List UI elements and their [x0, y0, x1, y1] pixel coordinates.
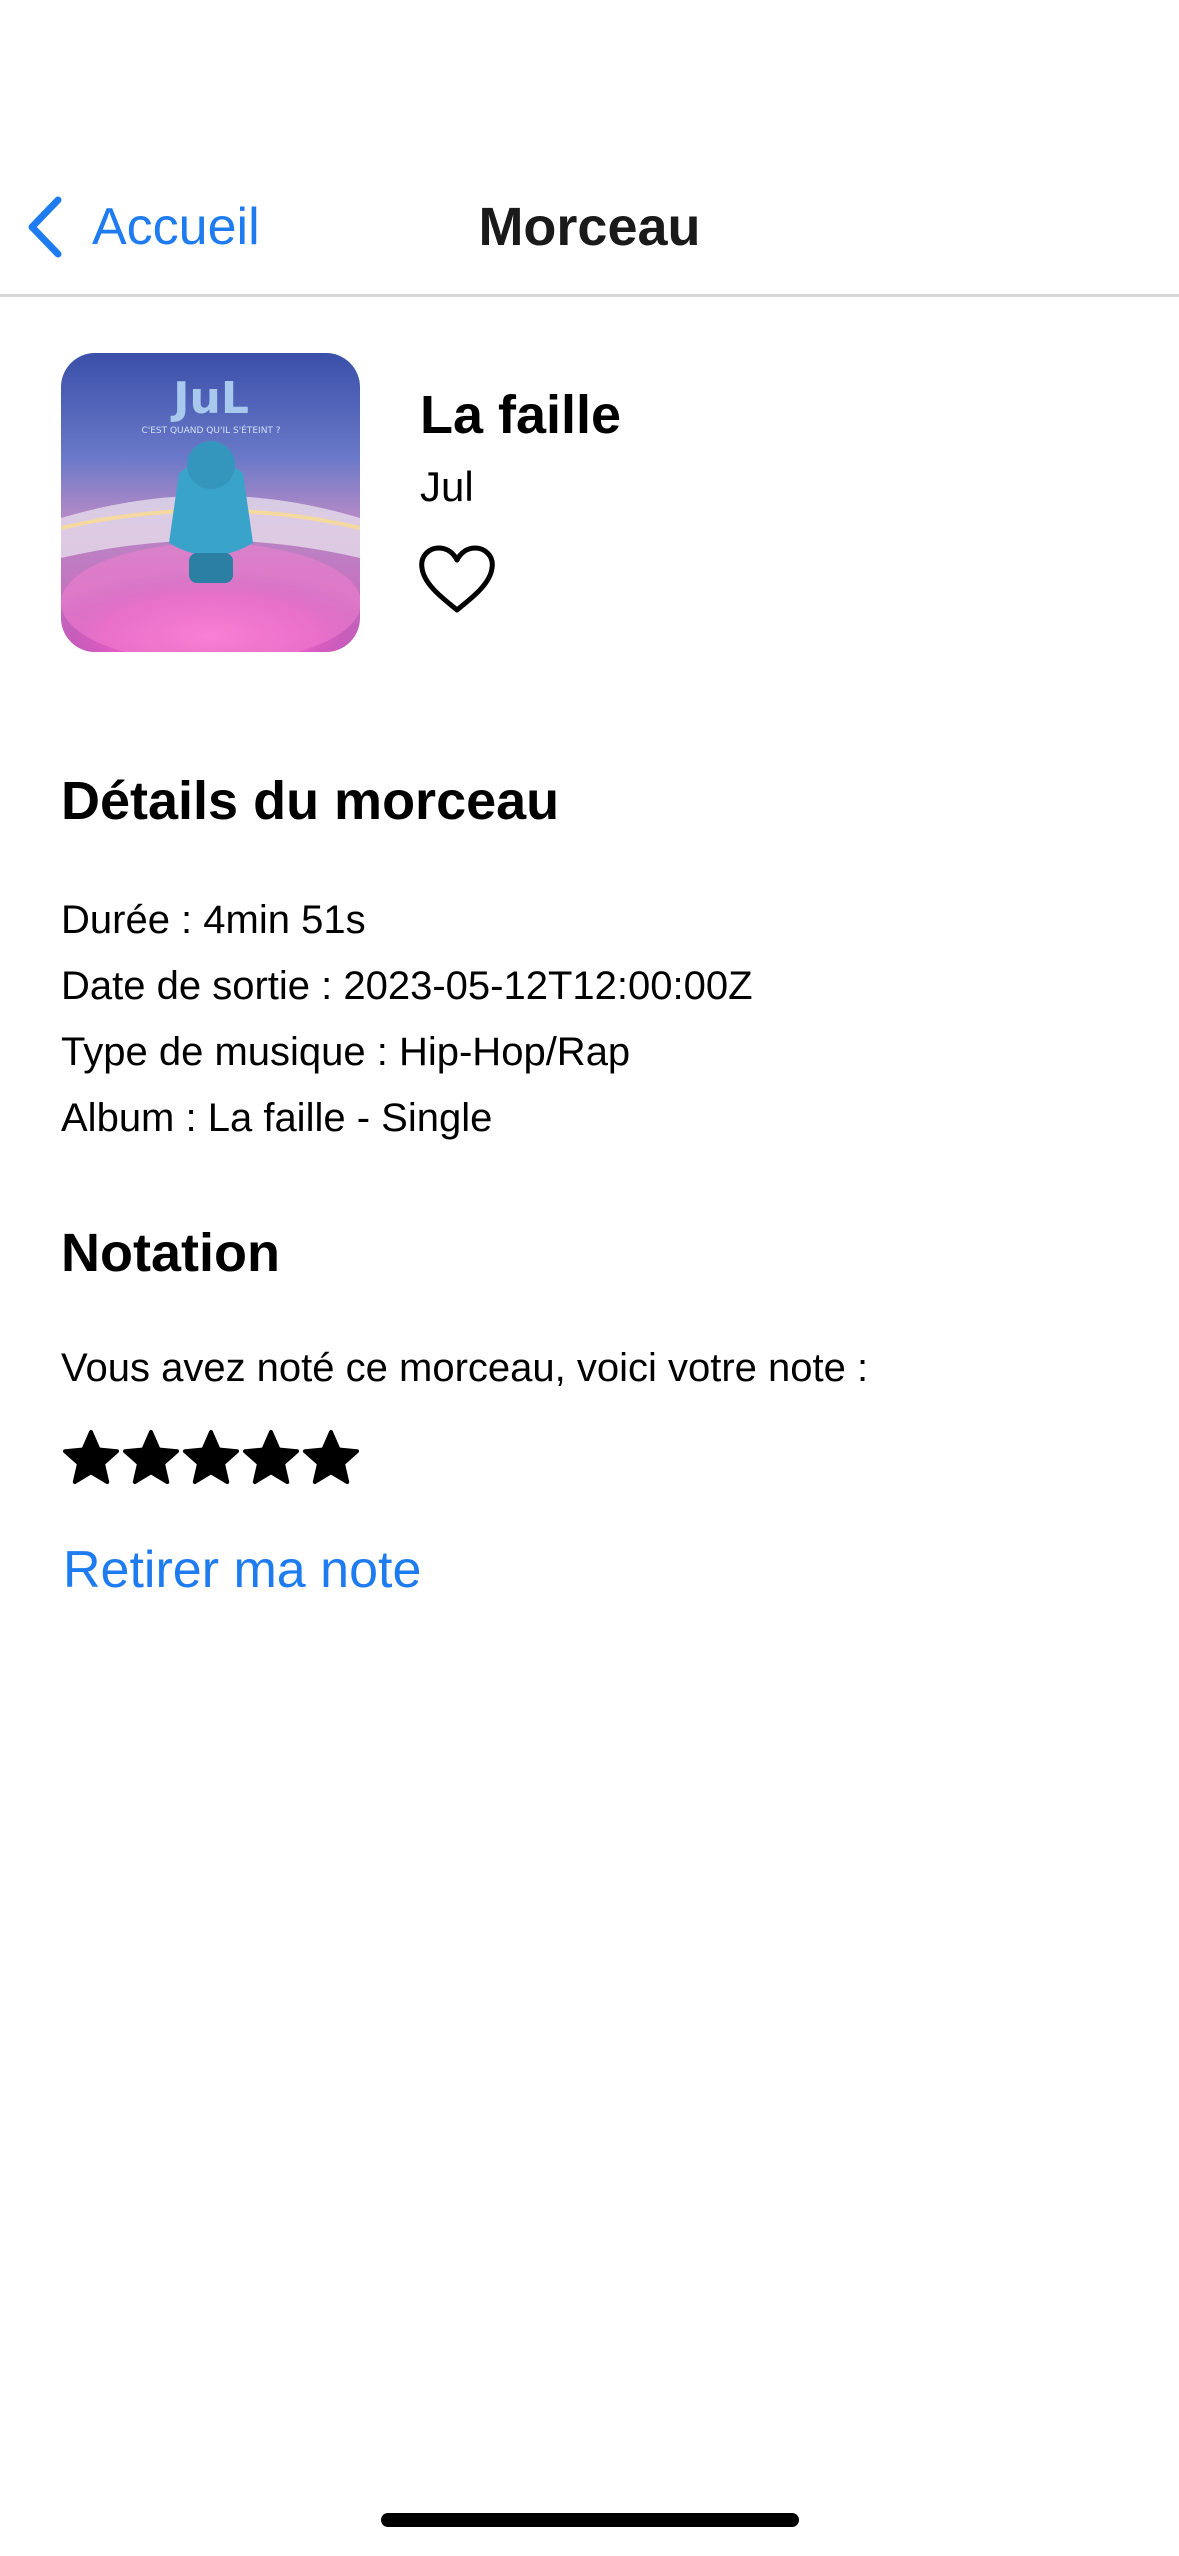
- star-icon[interactable]: [301, 1428, 361, 1488]
- star-rating: [61, 1428, 361, 1490]
- home-indicator[interactable]: [381, 2513, 799, 2527]
- star-icon[interactable]: [61, 1428, 121, 1488]
- favorite-button[interactable]: [418, 544, 496, 616]
- track-artist: Jul: [420, 463, 474, 510]
- detail-album: Album : La faille - Single: [61, 1096, 493, 1140]
- svg-text:C'EST QUAND QU'IL S'ÉTEINT ?: C'EST QUAND QU'IL S'ÉTEINT ?: [141, 424, 280, 436]
- page-title: Morceau: [478, 197, 701, 257]
- details-heading: Détails du morceau: [61, 771, 560, 831]
- detail-release-date: Date de sortie : 2023-05-12T12:00:00Z: [61, 964, 753, 1008]
- detail-genre: Type de musique : Hip-Hop/Rap: [61, 1030, 631, 1074]
- heart-icon: [419, 545, 495, 613]
- detail-duration: Durée : 4min 51s: [61, 898, 366, 942]
- track-title: La faille: [420, 385, 622, 445]
- rating-heading: Notation: [61, 1223, 280, 1283]
- svg-text:JuL: JuL: [170, 373, 249, 424]
- album-cover-image: JuL C'EST QUAND QU'IL S'ÉTEINT ?: [61, 353, 360, 652]
- star-icon[interactable]: [181, 1428, 241, 1488]
- album-artwork: JuL C'EST QUAND QU'IL S'ÉTEINT ?: [61, 353, 360, 652]
- rating-prompt: Vous avez noté ce morceau, voici votre n…: [61, 1346, 869, 1390]
- remove-rating-button[interactable]: Retirer ma note: [63, 1540, 421, 1600]
- star-icon[interactable]: [121, 1428, 181, 1488]
- navigation-bar: Accueil Morceau: [0, 0, 1179, 297]
- star-icon[interactable]: [241, 1428, 301, 1488]
